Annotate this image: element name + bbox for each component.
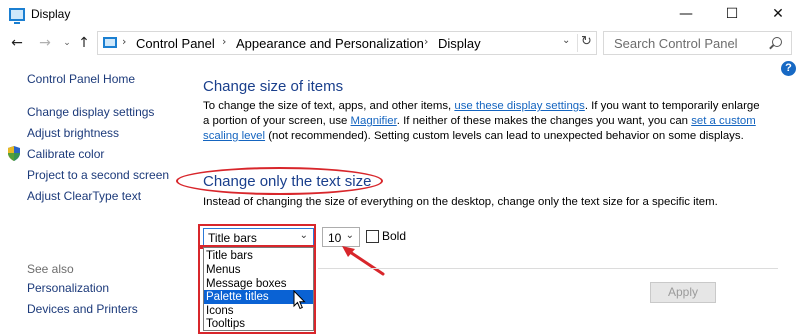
help-icon[interactable]: ?	[781, 61, 796, 76]
breadcrumb-appearance[interactable]: Appearance and Personalization	[236, 36, 424, 51]
sidebar-link-personalization[interactable]: Personalization	[27, 281, 109, 295]
sidebar-link-project-second-screen[interactable]: Project to a second screen	[27, 168, 169, 182]
change-size-description: To change the size of text, apps, and ot…	[203, 99, 763, 144]
text-item-select-value: Title bars	[208, 231, 257, 245]
close-button[interactable]: ✕	[755, 0, 800, 30]
navigation-bar: ← → ⌄ ↑ › Control Panel › Appearance and…	[0, 30, 800, 56]
change-size-heading: Change size of items	[203, 78, 344, 95]
breadcrumb-separator-icon[interactable]: ›	[222, 35, 226, 48]
display-settings-link[interactable]: use these display settings	[454, 100, 584, 112]
sidebar-link-devices-printers[interactable]: Devices and Printers	[27, 302, 138, 316]
annotation-oval	[176, 167, 383, 195]
apply-button[interactable]: Apply	[650, 282, 716, 303]
dropdown-option[interactable]: Tooltips	[204, 317, 313, 331]
text-size-description: Instead of changing the size of everythi…	[203, 196, 718, 208]
sidebar-link-change-display-settings[interactable]: Change display settings	[27, 105, 154, 119]
address-dropdown-icon[interactable]: ⌄	[562, 35, 570, 46]
dropdown-option[interactable]: Title bars	[204, 249, 313, 263]
search-input[interactable]: Search Control Panel	[614, 36, 738, 51]
recent-locations-icon[interactable]: ⌄	[58, 33, 76, 53]
description-text: (not recommended). Setting custom levels…	[265, 130, 744, 142]
breadcrumb-display[interactable]: Display	[438, 36, 481, 51]
see-also-heading: See also	[27, 262, 74, 276]
display-app-icon	[9, 8, 25, 24]
breadcrumb-separator-icon[interactable]: ›	[424, 35, 428, 48]
search-box[interactable]: Search Control Panel	[603, 31, 792, 55]
mouse-cursor-icon	[293, 290, 306, 310]
minimize-button[interactable]: —	[663, 0, 709, 30]
dropdown-option[interactable]: Message boxes	[204, 277, 313, 291]
search-icon[interactable]	[772, 37, 782, 47]
text-item-dropdown-list[interactable]: Title bars Menus Message boxes Palette t…	[203, 247, 314, 331]
forward-arrow-icon[interactable]: →	[36, 33, 54, 53]
sidebar-link-control-panel-home[interactable]: Control Panel Home	[27, 72, 135, 86]
divider	[318, 268, 778, 269]
window-title: Display	[31, 7, 71, 21]
maximize-button[interactable]: ☐	[709, 0, 755, 30]
refresh-icon[interactable]: ↻	[577, 34, 595, 52]
up-arrow-icon[interactable]: ↑	[75, 33, 93, 53]
magnifier-link[interactable]: Magnifier	[351, 115, 397, 127]
sidebar-link-adjust-cleartype[interactable]: Adjust ClearType text	[27, 189, 141, 203]
sidebar-link-calibrate-color[interactable]: Calibrate color	[27, 147, 104, 161]
sidebar-link-adjust-brightness[interactable]: Adjust brightness	[27, 126, 119, 140]
description-text: To change the size of text, apps, and ot…	[203, 100, 455, 112]
address-bar[interactable]: › Control Panel › Appearance and Persona…	[97, 31, 597, 55]
chevron-down-icon: ⌄	[299, 230, 308, 241]
breadcrumb-control-panel[interactable]: Control Panel	[136, 36, 215, 51]
back-arrow-icon[interactable]: ←	[8, 33, 26, 53]
annotation-arrow-icon	[342, 246, 385, 276]
dropdown-option[interactable]: Menus	[204, 263, 313, 277]
title-bar: Display — ☐ ✕	[0, 0, 800, 30]
uac-shield-icon	[8, 146, 20, 161]
control-panel-icon	[103, 37, 117, 48]
description-text: . If neither of these makes the changes …	[396, 115, 692, 127]
breadcrumb-separator-icon[interactable]: ›	[122, 35, 126, 48]
